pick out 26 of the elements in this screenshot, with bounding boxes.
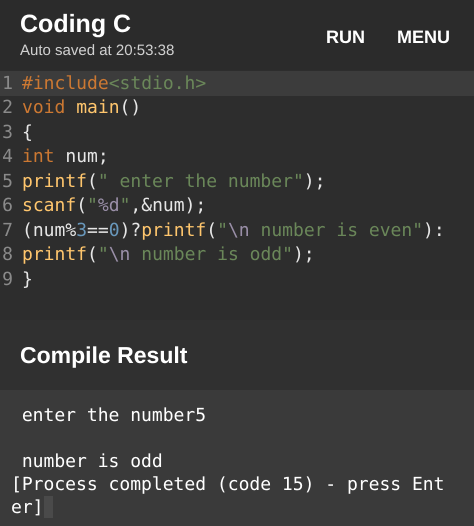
line-number: 7 <box>1 218 12 243</box>
line-number: 5 <box>1 170 12 194</box>
app-title: Coding C <box>20 9 132 40</box>
section-title: Compile Result <box>20 340 188 370</box>
line-number: 3 <box>1 120 12 145</box>
toolbar-action[interactable]: MENU <box>385 20 462 55</box>
line-number: 9 <box>1 268 12 292</box>
code-line: 7 (num%3==0)?printf("\n number is even"): <box>0 218 474 242</box>
code-line: 5 printf(" enter the number"); <box>0 169 474 194</box>
line-number: 8 <box>1 243 12 268</box>
line-number: 4 <box>1 145 12 170</box>
terminal-output: enter the number5 <box>20 404 206 427</box>
terminal-output: er] <box>11 496 44 519</box>
toolbar-action[interactable]: RUN <box>314 20 377 55</box>
code-line: 9 } <box>0 267 474 292</box>
terminal-output: number is odd <box>20 450 163 473</box>
code-line: 6 scanf("%d",&num); <box>0 194 474 218</box>
line-number: 2 <box>1 96 12 120</box>
code-line: 8 printf("\n number is odd"); <box>0 242 474 267</box>
code-line: 4 int num; <box>0 144 474 169</box>
code-line: 3 { <box>0 120 474 144</box>
line-number: 6 <box>1 194 12 218</box>
code-line: 2 void main() <box>0 96 474 120</box>
terminal-output: [Process completed (code 15) - press Ent <box>11 473 444 496</box>
line-number: 1 <box>1 72 12 96</box>
autosave-status: Auto saved at 20:53:38 <box>20 41 174 61</box>
